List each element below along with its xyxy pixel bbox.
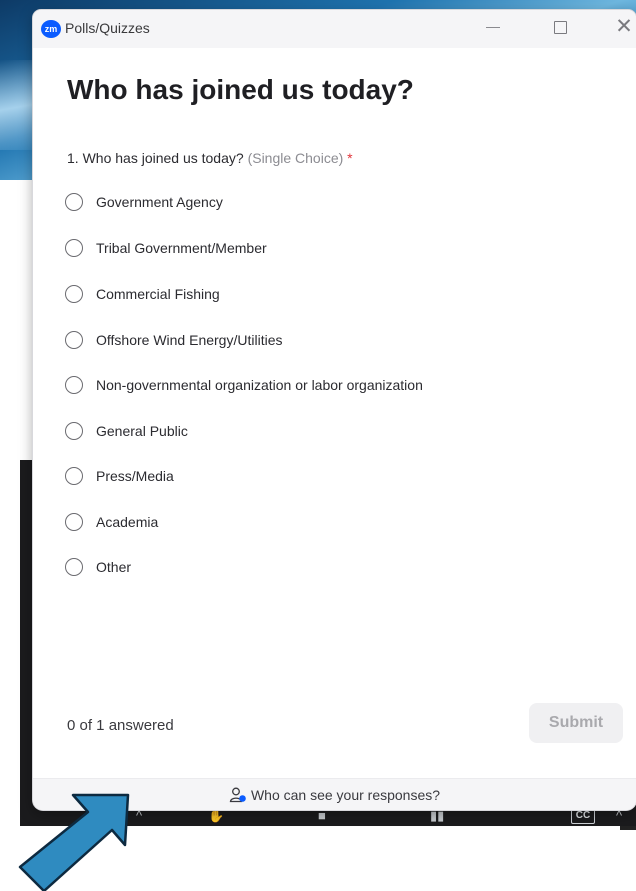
captions-button[interactable]: CC <box>571 808 595 824</box>
option-label: General Public <box>96 423 188 439</box>
person-visibility-icon <box>229 787 246 803</box>
radio-button[interactable] <box>65 239 83 257</box>
poll-title: Who has joined us today? <box>67 74 414 105</box>
option-commercial-fishing[interactable]: Commercial Fishing <box>65 282 605 306</box>
radio-button[interactable] <box>65 422 83 440</box>
radio-button[interactable] <box>65 467 83 485</box>
toolbar-chevron-up-icon-2[interactable]: ^ <box>616 808 622 823</box>
question-label: 1. Who has joined us today? <box>67 150 244 166</box>
option-government-agency[interactable]: Government Agency <box>65 190 605 214</box>
option-label: Academia <box>96 514 159 530</box>
option-academia[interactable]: Academia <box>65 510 605 534</box>
radio-button[interactable] <box>65 331 83 349</box>
close-button[interactable]: ✕ <box>614 16 634 38</box>
radio-button[interactable] <box>65 193 83 211</box>
visibility-text: Who can see your responses? <box>250 787 441 803</box>
radio-button[interactable] <box>65 513 83 531</box>
option-general-public[interactable]: General Public <box>65 419 605 443</box>
option-other[interactable]: Other <box>65 555 605 579</box>
polls-window: zm Polls/Quizzes ✕ Who has joined us tod… <box>33 10 636 810</box>
toolbar-stats-icon[interactable]: ▮▮ <box>430 808 444 824</box>
minimize-button[interactable] <box>486 27 500 28</box>
option-label: Commercial Fishing <box>96 286 220 302</box>
option-tribal-government[interactable]: Tribal Government/Member <box>65 236 605 260</box>
question-text: 1. Who has joined us today? (Single Choi… <box>67 150 353 166</box>
option-press-media[interactable]: Press/Media <box>65 464 605 488</box>
option-offshore-wind[interactable]: Offshore Wind Energy/Utilities <box>65 328 605 352</box>
pointer-arrow-icon <box>18 793 130 891</box>
radio-button[interactable] <box>65 285 83 303</box>
radio-button[interactable] <box>65 376 83 394</box>
option-label: Other <box>96 559 132 575</box>
option-label: Tribal Government/Member <box>96 240 267 256</box>
required-marker: * <box>347 150 353 166</box>
option-ngo[interactable]: Non-governmental organization or labor o… <box>65 373 605 397</box>
toolbar-chat-icon[interactable]: ■ <box>318 808 326 823</box>
zoom-logo-icon: zm <box>41 20 61 38</box>
answered-count: 0 of 1 answered <box>67 717 174 734</box>
question-type: (Single Choice) <box>247 150 344 166</box>
option-label: Press/Media <box>96 468 174 484</box>
option-label: Offshore Wind Energy/Utilities <box>96 332 283 348</box>
title-bar: zm Polls/Quizzes ✕ <box>33 10 636 48</box>
option-label: Non-governmental organization or labor o… <box>96 377 423 393</box>
radio-button[interactable] <box>65 558 83 576</box>
option-label: Government Agency <box>96 194 223 210</box>
maximize-button[interactable] <box>554 21 567 34</box>
submit-button[interactable]: Submit <box>529 703 623 743</box>
toolbar-hand-icon[interactable]: ✋ <box>208 808 224 824</box>
window-title: Polls/Quizzes <box>65 20 150 36</box>
